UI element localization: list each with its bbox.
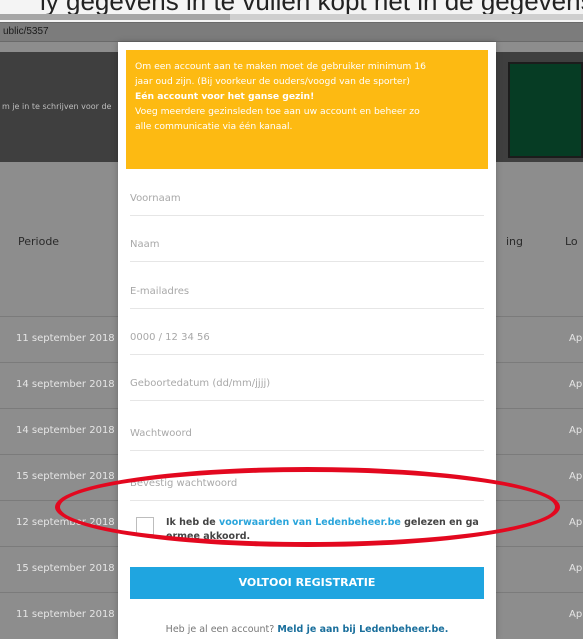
row-location: Ap bbox=[569, 333, 583, 344]
phone-field bbox=[130, 319, 484, 355]
row-location: Ap bbox=[569, 609, 583, 620]
row-location: Ap bbox=[569, 379, 583, 390]
complete-registration-button[interactable]: VOLTOOI REGISTRATIE bbox=[130, 567, 484, 599]
row-date: 12 september 2018 t bbox=[16, 517, 122, 528]
password-confirm-input[interactable] bbox=[130, 471, 484, 495]
row-date: 11 september 2018 t bbox=[16, 333, 122, 344]
password-input[interactable] bbox=[130, 421, 484, 445]
row-location: Ap bbox=[569, 517, 583, 528]
terms-agreement: Ik heb de voorwaarden van Ledenbeheer.be… bbox=[136, 514, 486, 548]
address-text: ublic/5357 bbox=[3, 26, 49, 37]
notice-line: alle communicatie via één kanaal. bbox=[135, 121, 293, 132]
email-field bbox=[130, 273, 484, 309]
login-question: Heb je al een account? bbox=[165, 624, 278, 635]
page-heading-strip: ly gegevens in te vullen kopt het in de … bbox=[0, 0, 583, 22]
row-date: 15 september 2018 t bbox=[16, 471, 122, 482]
column-ing: ing bbox=[506, 235, 524, 248]
address-bar[interactable]: ublic/5357 bbox=[0, 22, 583, 42]
last-name-input[interactable] bbox=[130, 232, 484, 256]
birthdate-field bbox=[130, 365, 484, 401]
row-date: 14 september 2018 t bbox=[16, 425, 122, 436]
first-name-field bbox=[130, 180, 484, 216]
birthdate-input[interactable] bbox=[130, 371, 484, 395]
terms-link[interactable]: voorwaarden van Ledenbeheer.be bbox=[219, 517, 401, 528]
terms-label: Ik heb de voorwaarden van Ledenbeheer.be… bbox=[166, 516, 486, 544]
terms-text: Ik heb de bbox=[166, 517, 220, 528]
column-periode: Periode bbox=[18, 235, 60, 248]
login-link[interactable]: Meld je aan bij Ledenbeheer.be. bbox=[277, 624, 448, 635]
hero-text: m je in te schrijven voor de bbox=[2, 102, 112, 111]
column-lo: Lo bbox=[565, 235, 578, 248]
email-input[interactable] bbox=[130, 279, 484, 303]
registration-modal: Om een account aan te maken moet de gebr… bbox=[118, 42, 496, 639]
password-confirm-field bbox=[130, 465, 484, 501]
login-prompt: Heb je al een account? Meld je aan bij L… bbox=[118, 624, 496, 635]
notice-line: Om een account aan te maken moet de gebr… bbox=[135, 61, 426, 72]
notice-line: jaar oud zijn. (Bij voorkeur de ouders/v… bbox=[135, 76, 410, 87]
password-field bbox=[130, 415, 484, 451]
notice-line: Voeg meerdere gezinsleden toe aan uw acc… bbox=[135, 106, 420, 117]
phone-input[interactable] bbox=[130, 325, 484, 349]
notice-headline: Eén account voor het ganse gezin! bbox=[135, 91, 315, 102]
terms-checkbox[interactable] bbox=[136, 517, 154, 535]
row-location: Ap bbox=[569, 425, 583, 436]
row-location: Ap bbox=[569, 471, 583, 482]
row-date: 14 september 2018 t bbox=[16, 379, 122, 390]
row-date: 11 september 2018 t bbox=[16, 609, 122, 620]
row-date: 15 september 2018 t bbox=[16, 563, 122, 574]
row-location: Ap bbox=[569, 563, 583, 574]
green-panel bbox=[508, 62, 583, 158]
first-name-input[interactable] bbox=[130, 186, 484, 210]
age-notice: Om een account aan te maken moet de gebr… bbox=[126, 50, 488, 169]
last-name-field bbox=[130, 226, 484, 262]
scrollbar-thumb[interactable] bbox=[0, 14, 230, 20]
